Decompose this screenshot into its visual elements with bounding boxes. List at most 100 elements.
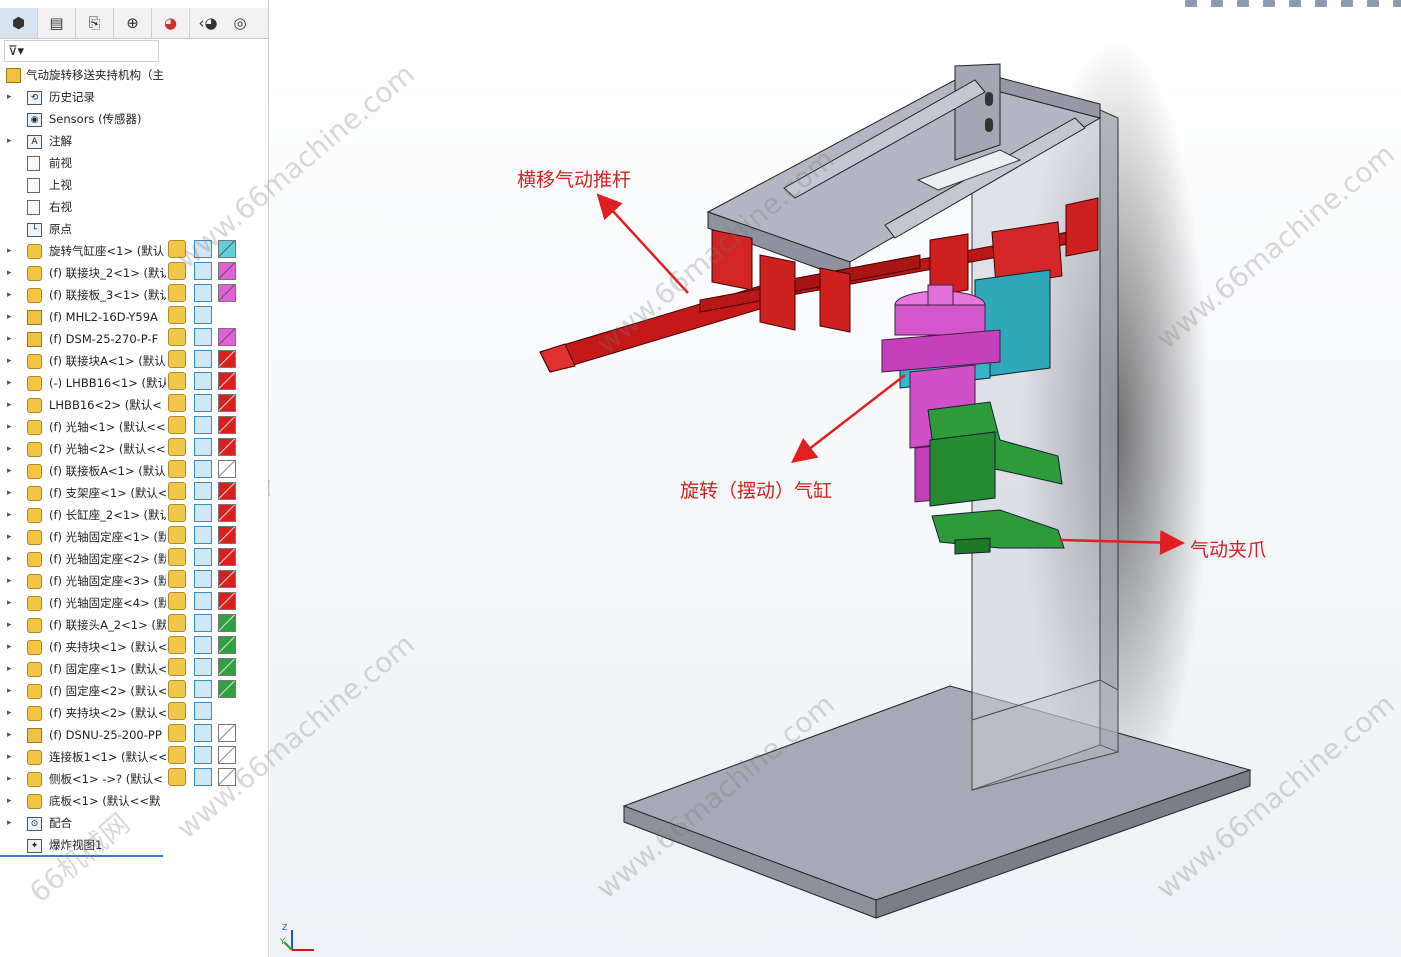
tree-item[interactable]: ▸ (f) 联接板_3<1> (默认	[0, 284, 166, 306]
display-state-icon[interactable]	[194, 394, 212, 412]
tree-item[interactable]: ▸ (f) DSM-25-270-P-F	[0, 328, 166, 350]
tree-item[interactable]: ◉ Sensors (传感器)	[0, 108, 166, 130]
display-state-icon[interactable]	[194, 614, 212, 632]
expand-arrow-icon[interactable]: ▸	[7, 636, 15, 658]
configuration-icon[interactable]	[168, 262, 186, 280]
appearance-swatch-icon[interactable]	[218, 702, 236, 720]
tree-item[interactable]: ▸ 侧板<1> ->? (默认<	[0, 768, 166, 790]
display-state-icon[interactable]	[194, 658, 212, 676]
appearance-swatch-icon[interactable]	[218, 636, 236, 654]
configuration-icon[interactable]	[168, 746, 186, 764]
configuration-icon[interactable]	[168, 724, 186, 742]
display-state-icon[interactable]	[194, 702, 212, 720]
expand-arrow-icon[interactable]: ▸	[7, 570, 15, 592]
appearance-swatch-icon[interactable]	[218, 724, 236, 742]
display-state-icon[interactable]	[194, 504, 212, 522]
display-state-icon[interactable]	[194, 526, 212, 544]
display-state-icon[interactable]	[194, 350, 212, 368]
configuration-icon[interactable]	[168, 284, 186, 302]
tree-item[interactable]: ▸ 底板<1> (默认<<默	[0, 790, 166, 812]
expand-arrow-icon[interactable]: ▸	[7, 548, 15, 570]
appearance-swatch-icon[interactable]	[218, 570, 236, 588]
tree-item[interactable]: ▸ (f) 光轴固定座<1> (默	[0, 526, 166, 548]
tree-item[interactable]: ▸ (f) DSNU-25-200-PP	[0, 724, 166, 746]
tree-item[interactable]: ▸ (f) 光轴<2> (默认<<	[0, 438, 166, 460]
tree-item[interactable]: ▸ (f) 光轴固定座<4> (默	[0, 592, 166, 614]
tree-filter[interactable]: ⊽▾	[4, 40, 159, 62]
tree-item[interactable]: ▸ (f) 联接块_2<1> (默认	[0, 262, 166, 284]
appearance-swatch-icon[interactable]	[218, 350, 236, 368]
appearance-swatch-icon[interactable]	[218, 438, 236, 456]
tree-item[interactable]: ▸ (f) 联接板A<1> (默认	[0, 460, 166, 482]
expand-arrow-icon[interactable]: ▸	[7, 658, 15, 680]
expand-arrow-icon[interactable]: ▸	[7, 262, 15, 284]
appearance-swatch-icon[interactable]	[218, 394, 236, 412]
expand-arrow-icon[interactable]: ▸	[7, 702, 15, 724]
expand-arrow-icon[interactable]: ▸	[7, 438, 15, 460]
tab-property-manager[interactable]: ▤	[38, 8, 76, 38]
display-state-icon[interactable]	[194, 460, 212, 478]
tab-feature-manager[interactable]: ⬢	[0, 8, 38, 38]
tab-dimxpert[interactable]: ⊕	[114, 8, 152, 38]
expand-arrow-icon[interactable]: ▸	[7, 592, 15, 614]
tree-item[interactable]: ▸ (f) 光轴<1> (默认<<	[0, 416, 166, 438]
graphics-viewport[interactable]	[270, 0, 1401, 957]
expand-arrow-icon[interactable]: ▸	[7, 526, 15, 548]
expand-arrow-icon[interactable]: ▸	[7, 284, 15, 306]
expand-arrow-icon[interactable]: ▸	[7, 790, 15, 812]
configuration-icon[interactable]	[168, 460, 186, 478]
expand-arrow-icon[interactable]: ▸	[7, 86, 15, 108]
configuration-icon[interactable]	[168, 240, 186, 258]
display-state-icon[interactable]	[194, 438, 212, 456]
appearance-swatch-icon[interactable]	[218, 460, 236, 478]
tree-item[interactable]: 右视	[0, 196, 166, 218]
display-state-icon[interactable]	[194, 636, 212, 654]
display-state-icon[interactable]	[194, 372, 212, 390]
configuration-icon[interactable]	[168, 614, 186, 632]
appearance-swatch-icon[interactable]	[218, 262, 236, 280]
expand-arrow-icon[interactable]: ▸	[7, 372, 15, 394]
appearance-swatch-icon[interactable]	[218, 482, 236, 500]
appearance-swatch-icon[interactable]	[218, 768, 236, 786]
tree-item[interactable]: 前视	[0, 152, 166, 174]
expand-arrow-icon[interactable]: ▸	[7, 416, 15, 438]
configuration-icon[interactable]	[168, 306, 186, 324]
expand-arrow-icon[interactable]: ▸	[7, 482, 15, 504]
tree-item[interactable]: ▸ 连接板1<1> (默认<<	[0, 746, 166, 768]
display-state-icon[interactable]	[194, 262, 212, 280]
tree-item[interactable]: ▸ (f) 长缸座_2<1> (默认	[0, 504, 166, 526]
appearance-swatch-icon[interactable]	[218, 504, 236, 522]
tree-item[interactable]: ▸ (f) 光轴固定座<2> (默	[0, 548, 166, 570]
appearance-swatch-icon[interactable]	[218, 614, 236, 632]
tree-item[interactable]: ▸ 旋转气缸座<1> (默认	[0, 240, 166, 262]
display-state-icon[interactable]	[194, 284, 212, 302]
display-state-icon[interactable]	[194, 570, 212, 588]
tree-item[interactable]: 上视	[0, 174, 166, 196]
expand-arrow-icon[interactable]: ▸	[7, 328, 15, 350]
configuration-icon[interactable]	[168, 394, 186, 412]
expand-arrow-icon[interactable]: ▸	[7, 394, 15, 416]
tree-item[interactable]: ▸ (f) 夹持块<1> (默认<	[0, 636, 166, 658]
display-state-icon[interactable]	[194, 724, 212, 742]
configuration-icon[interactable]	[168, 504, 186, 522]
configuration-icon[interactable]	[168, 438, 186, 456]
configuration-icon[interactable]	[168, 372, 186, 390]
tab-display-manager[interactable]: ◕	[152, 8, 190, 38]
appearance-swatch-icon[interactable]	[218, 526, 236, 544]
expand-arrow-icon[interactable]: ▸	[7, 460, 15, 482]
appearance-swatch-icon[interactable]	[218, 240, 236, 258]
display-state-icon[interactable]	[194, 768, 212, 786]
configuration-icon[interactable]	[168, 592, 186, 610]
configuration-icon[interactable]	[168, 680, 186, 698]
expand-arrow-icon[interactable]: ▸	[7, 746, 15, 768]
configuration-icon[interactable]	[168, 328, 186, 346]
configuration-icon[interactable]	[168, 548, 186, 566]
configuration-icon[interactable]	[168, 526, 186, 544]
configuration-icon[interactable]	[168, 636, 186, 654]
configuration-icon[interactable]	[168, 658, 186, 676]
tab-more[interactable]: ‹◕	[190, 8, 226, 38]
display-state-icon[interactable]	[194, 592, 212, 610]
appearance-swatch-icon[interactable]	[218, 746, 236, 764]
display-state-icon[interactable]	[194, 548, 212, 566]
tree-item[interactable]: ▸ (f) 联接块A<1> (默认	[0, 350, 166, 372]
